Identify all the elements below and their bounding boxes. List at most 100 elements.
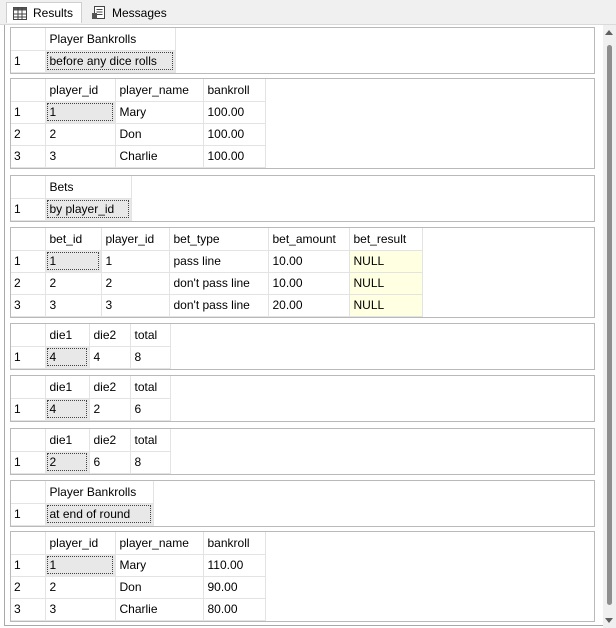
column-header[interactable]: die2 — [88, 376, 131, 399]
table-row[interactable]: 1 1 Mary 110.00 — [11, 553, 266, 577]
row-number[interactable]: 3 — [11, 293, 46, 317]
scrollbar-thumb[interactable] — [607, 45, 612, 605]
column-header[interactable]: bankroll — [202, 79, 266, 102]
column-header[interactable]: total — [129, 324, 171, 347]
grid-cell[interactable]: NULL — [348, 271, 423, 295]
grid-cell[interactable]: 2 — [44, 271, 102, 295]
row-number[interactable]: 1 — [11, 345, 46, 369]
result-grid[interactable]: die1 die2 total 1 2 6 8 — [10, 428, 595, 475]
table-row[interactable]: 3 3 Charlie 100.00 — [11, 144, 266, 168]
grid-cell[interactable]: 8 — [129, 345, 171, 369]
column-header[interactable]: die2 — [88, 429, 131, 452]
column-header[interactable]: player_id — [100, 228, 170, 251]
grid-cell[interactable]: NULL — [348, 249, 423, 273]
grid-cell[interactable]: 1 — [100, 249, 170, 273]
grid-cell[interactable]: 100.00 — [202, 144, 266, 168]
row-number[interactable]: 1 — [11, 397, 46, 421]
column-header[interactable]: total — [129, 376, 171, 399]
grid-cell[interactable]: by player_id — [44, 197, 132, 221]
result-grid[interactable]: Bets 1 by player_id — [10, 175, 595, 222]
column-header[interactable]: bankroll — [202, 532, 266, 555]
grid-cell[interactable]: Charlie — [114, 597, 204, 621]
grid-cell[interactable]: 10.00 — [267, 271, 350, 295]
table-row[interactable]: 1 1 1 pass line 10.00 NULL — [11, 249, 423, 273]
grid-cell[interactable]: at end of round — [44, 502, 154, 526]
result-grid[interactable]: die1 die2 total 1 4 2 6 — [10, 375, 595, 422]
column-header[interactable]: bet_type — [168, 228, 269, 251]
column-header[interactable]: total — [129, 429, 171, 452]
grid-cell[interactable]: Don — [114, 575, 204, 599]
result-grid[interactable]: die1 die2 total 1 4 4 8 — [10, 323, 595, 370]
tab-messages[interactable]: Messages — [86, 2, 176, 23]
grid-cell[interactable]: 1 — [44, 249, 102, 273]
result-grid[interactable]: Player Bankrolls 1 before any dice rolls — [10, 27, 595, 74]
grid-cell[interactable]: 8 — [129, 450, 171, 474]
result-grid[interactable]: bet_id player_id bet_type bet_amount bet… — [10, 227, 595, 318]
scroll-up-icon[interactable] — [605, 30, 613, 35]
table-row[interactable]: 1 1 Mary 100.00 — [11, 100, 266, 124]
grid-cell[interactable]: 2 — [88, 397, 131, 421]
grid-cell[interactable]: NULL — [348, 293, 423, 317]
tab-results[interactable]: Results — [6, 2, 82, 23]
column-header[interactable]: Player Bankrolls — [44, 28, 176, 51]
table-row[interactable]: 1 4 2 6 — [11, 397, 171, 421]
grid-cell[interactable]: don't pass line — [168, 293, 269, 317]
table-row[interactable]: 1 at end of round — [11, 502, 154, 526]
grid-cell[interactable]: Mary — [114, 100, 204, 124]
grid-cell[interactable]: 100.00 — [202, 122, 266, 146]
grid-cell[interactable]: 3 — [100, 293, 170, 317]
result-grid[interactable]: player_id player_name bankroll 1 1 Mary … — [10, 78, 595, 169]
grid-cell[interactable]: 2 — [44, 575, 116, 599]
grid-cell[interactable]: Don — [114, 122, 204, 146]
grid-cell[interactable]: 2 — [44, 122, 116, 146]
row-number[interactable]: 1 — [11, 100, 46, 124]
grid-cell[interactable]: 1 — [44, 553, 116, 577]
row-number[interactable]: 1 — [11, 553, 46, 577]
grid-cell[interactable]: 20.00 — [267, 293, 350, 317]
table-row[interactable]: 1 4 4 8 — [11, 345, 171, 369]
grid-cell[interactable]: 3 — [44, 144, 116, 168]
grid-cell[interactable]: 90.00 — [202, 575, 266, 599]
grid-cell[interactable]: don't pass line — [168, 271, 269, 295]
table-row[interactable]: 1 before any dice rolls — [11, 49, 176, 73]
table-row[interactable]: 2 2 Don 90.00 — [11, 575, 266, 599]
column-header[interactable]: player_id — [44, 532, 116, 555]
grid-cell[interactable]: 4 — [44, 345, 90, 369]
grid-cell[interactable]: pass line — [168, 249, 269, 273]
grid-cell[interactable]: 80.00 — [202, 597, 266, 621]
grid-cell[interactable]: 10.00 — [267, 249, 350, 273]
column-header[interactable]: die1 — [44, 324, 90, 347]
result-grid[interactable]: player_id player_name bankroll 1 1 Mary … — [10, 531, 595, 622]
grid-cell[interactable]: 2 — [100, 271, 170, 295]
column-header[interactable]: die1 — [44, 376, 90, 399]
grid-cell[interactable]: 110.00 — [202, 553, 266, 577]
scroll-down-icon[interactable] — [605, 618, 613, 623]
row-number[interactable]: 2 — [11, 122, 46, 146]
grid-cell[interactable]: 4 — [44, 397, 90, 421]
table-row[interactable]: 1 2 6 8 — [11, 450, 171, 474]
table-row[interactable]: 1 by player_id — [11, 197, 132, 221]
row-number[interactable]: 1 — [11, 450, 46, 474]
vertical-scrollbar[interactable] — [603, 25, 616, 628]
column-header[interactable]: bet_amount — [267, 228, 350, 251]
row-number[interactable]: 2 — [11, 575, 46, 599]
grid-cell[interactable]: 6 — [88, 450, 131, 474]
column-header[interactable]: die1 — [44, 429, 90, 452]
column-header[interactable]: player_id — [44, 79, 116, 102]
column-header[interactable]: Player Bankrolls — [44, 481, 154, 504]
grid-cell[interactable]: 3 — [44, 597, 116, 621]
row-number[interactable]: 1 — [11, 249, 46, 273]
row-number[interactable]: 3 — [11, 144, 46, 168]
column-header[interactable]: Bets — [44, 176, 132, 199]
row-number[interactable]: 3 — [11, 597, 46, 621]
row-number[interactable]: 1 — [11, 49, 46, 73]
row-number[interactable]: 1 — [11, 502, 46, 526]
grid-cell[interactable]: 6 — [129, 397, 171, 421]
table-row[interactable]: 3 3 Charlie 80.00 — [11, 597, 266, 621]
result-grid[interactable]: Player Bankrolls 1 at end of round — [10, 480, 595, 527]
row-number[interactable]: 2 — [11, 271, 46, 295]
grid-cell[interactable]: 4 — [88, 345, 131, 369]
grid-cell[interactable]: Charlie — [114, 144, 204, 168]
grid-cell[interactable]: Mary — [114, 553, 204, 577]
column-header[interactable]: bet_result — [348, 228, 423, 251]
